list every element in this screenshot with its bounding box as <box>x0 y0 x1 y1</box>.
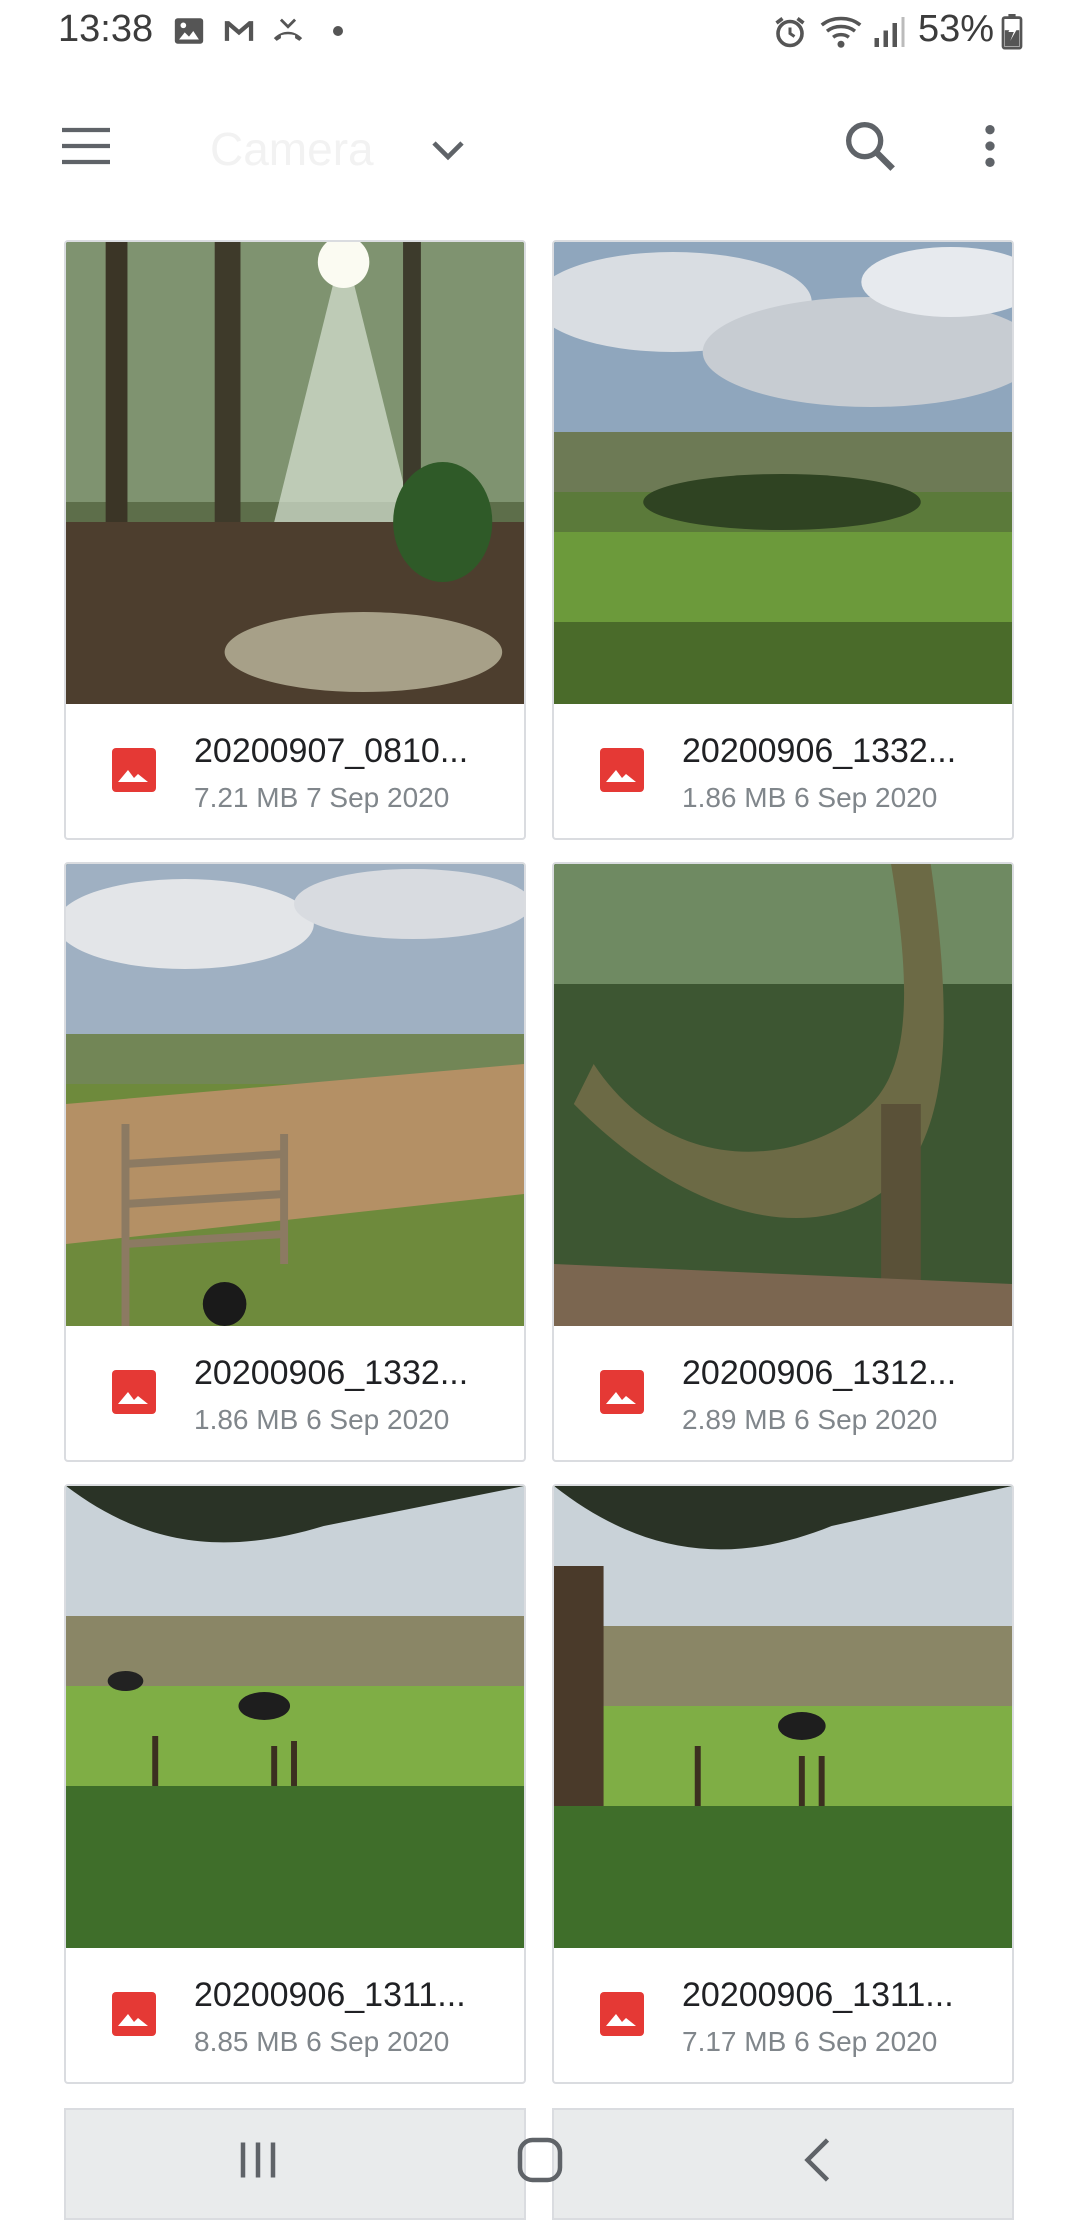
file-size: 7.21 MB <box>194 782 299 813</box>
file-name: 20200906_1312... <box>682 1354 957 1392</box>
status-bar: 13:38 53% <box>0 0 1080 64</box>
file-meta: 2.89 MB 6 Sep 2020 <box>682 1404 937 1436</box>
missed-call-icon <box>270 14 306 53</box>
image-icon <box>112 1370 156 1414</box>
file-card[interactable]: 20200906_1311... 7.17 MB 6 Sep 2020 <box>552 1484 1014 2084</box>
alarm-icon <box>772 14 808 55</box>
file-meta: 1.86 MB 6 Sep 2020 <box>194 1404 449 1436</box>
signal-icon <box>870 14 906 55</box>
file-info: 20200906_1311... 7.17 MB 6 Sep 2020 <box>554 1948 1012 2082</box>
file-info: 20200906_1311... 8.85 MB 6 Sep 2020 <box>66 1948 524 2082</box>
battery-percentage: 53% <box>918 8 995 50</box>
image-thumbnail <box>554 1486 1012 1948</box>
menu-button[interactable] <box>54 114 118 178</box>
file-info: 20200906_1332... 1.86 MB 6 Sep 2020 <box>66 1326 524 1460</box>
more-options-button[interactable] <box>962 114 1018 178</box>
file-size: 8.85 MB <box>194 2026 299 2057</box>
file-size: 7.17 MB <box>682 2026 787 2057</box>
file-name: 20200906_1311... <box>194 1976 466 2014</box>
image-icon <box>112 1992 156 2036</box>
home-button[interactable] <box>510 2130 570 2190</box>
file-size: 2.89 MB <box>682 1404 787 1435</box>
file-card[interactable]: 20200906_1332... 1.86 MB 6 Sep 2020 <box>64 862 526 1462</box>
file-card[interactable]: 20200906_1311... 8.85 MB 6 Sep 2020 <box>64 1484 526 2084</box>
file-name: 20200906_1311... <box>682 1976 954 2014</box>
image-icon <box>600 748 644 792</box>
file-meta: 1.86 MB 6 Sep 2020 <box>682 782 937 814</box>
file-date: 6 Sep 2020 <box>306 2026 450 2057</box>
image-icon <box>600 1370 644 1414</box>
recents-button[interactable] <box>228 2130 288 2190</box>
wifi-icon <box>820 14 862 55</box>
file-card[interactable]: 20200906_1312... 2.89 MB 6 Sep 2020 <box>552 862 1014 1462</box>
file-date: 6 Sep 2020 <box>794 782 938 813</box>
search-button[interactable] <box>838 114 902 178</box>
file-name: 20200907_0810... <box>194 732 469 770</box>
file-date: 6 Sep 2020 <box>306 1404 450 1435</box>
file-date: 6 Sep 2020 <box>794 2026 938 2057</box>
back-icon <box>804 2138 830 2182</box>
file-size: 1.86 MB <box>682 782 787 813</box>
image-thumbnail <box>554 864 1012 1326</box>
navigation-bar <box>0 2100 1080 2220</box>
file-meta: 7.21 MB 7 Sep 2020 <box>194 782 449 814</box>
battery-icon <box>1000 14 1024 55</box>
gmail-notification-icon <box>222 14 256 53</box>
home-icon <box>517 2137 563 2183</box>
file-date: 7 Sep 2020 <box>306 782 450 813</box>
recents-icon <box>240 2142 276 2178</box>
file-name: 20200906_1332... <box>194 1354 469 1392</box>
back-button[interactable] <box>790 2130 850 2190</box>
app-bar: Camera <box>0 84 1080 210</box>
folder-title[interactable]: Camera <box>210 122 374 176</box>
gallery-notification-icon <box>172 14 206 53</box>
file-date: 6 Sep 2020 <box>794 1404 938 1435</box>
image-thumbnail <box>554 242 1012 704</box>
image-thumbnail <box>66 1486 524 1948</box>
status-time: 13:38 <box>58 8 154 50</box>
file-info: 20200907_0810... 7.21 MB 7 Sep 2020 <box>66 704 524 838</box>
file-info: 20200906_1332... 1.86 MB 6 Sep 2020 <box>554 704 1012 838</box>
image-thumbnail <box>66 242 524 704</box>
file-info: 20200906_1312... 2.89 MB 6 Sep 2020 <box>554 1326 1012 1460</box>
more-vert-icon <box>985 125 995 167</box>
image-icon <box>112 748 156 792</box>
chevron-down-icon <box>432 141 464 161</box>
file-card[interactable]: 20200906_1332... 1.86 MB 6 Sep 2020 <box>552 240 1014 840</box>
search-icon <box>846 121 895 171</box>
image-icon <box>600 1992 644 2036</box>
dot-icon <box>332 24 344 42</box>
folder-dropdown-button[interactable] <box>420 122 476 178</box>
file-meta: 7.17 MB 6 Sep 2020 <box>682 2026 937 2058</box>
file-size: 1.86 MB <box>194 1404 299 1435</box>
file-name: 20200906_1332... <box>682 732 957 770</box>
image-thumbnail <box>66 864 524 1326</box>
file-meta: 8.85 MB 6 Sep 2020 <box>194 2026 449 2058</box>
menu-icon <box>62 127 110 165</box>
file-card[interactable]: 20200907_0810... 7.21 MB 7 Sep 2020 <box>64 240 526 840</box>
